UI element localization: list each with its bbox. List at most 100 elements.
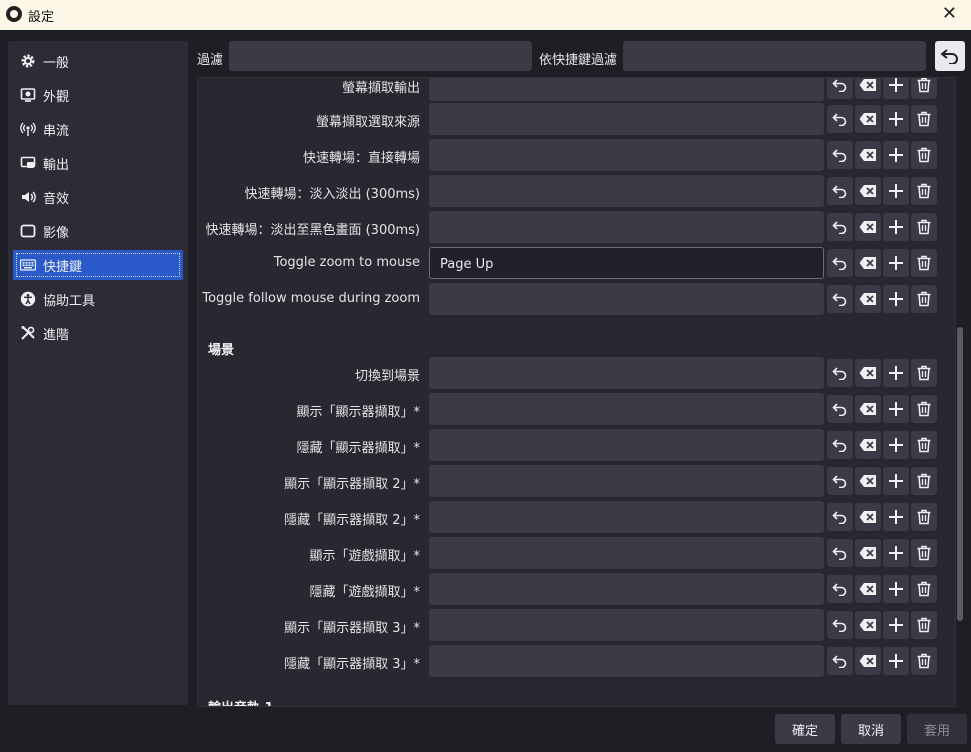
hotkey-field[interactable] — [429, 501, 824, 533]
remove-button[interactable] — [911, 141, 937, 169]
filter-input[interactable] — [229, 41, 532, 71]
reset-filter-button[interactable] — [935, 41, 965, 71]
add-button[interactable] — [883, 539, 909, 567]
sidebar-item-video[interactable]: 影像 — [13, 216, 183, 246]
remove-button[interactable] — [911, 359, 937, 387]
revert-button[interactable] — [827, 78, 853, 99]
add-button[interactable] — [883, 141, 909, 169]
add-button[interactable] — [883, 213, 909, 241]
sidebar-item-output[interactable]: 輸出 — [13, 148, 183, 178]
hotkey-field[interactable] — [429, 573, 824, 605]
add-button[interactable] — [883, 611, 909, 639]
remove-button[interactable] — [911, 467, 937, 495]
remove-button[interactable] — [911, 575, 937, 603]
clear-button[interactable] — [855, 285, 881, 313]
revert-button[interactable] — [827, 467, 853, 495]
hotkey-field[interactable] — [429, 283, 824, 315]
remove-button[interactable] — [911, 249, 937, 277]
revert-button[interactable] — [827, 431, 853, 459]
add-button[interactable] — [883, 395, 909, 423]
clear-button[interactable] — [855, 575, 881, 603]
backspace-icon — [859, 113, 876, 125]
apply-button[interactable]: 套用 — [907, 714, 967, 744]
add-button[interactable] — [883, 285, 909, 313]
add-button[interactable] — [883, 575, 909, 603]
hotkey-label: Toggle zoom to mouse — [273, 255, 420, 270]
key-filter-input[interactable] — [623, 41, 926, 71]
sidebar-item-accessibility[interactable]: 協助工具 — [13, 284, 183, 314]
add-button[interactable] — [883, 177, 909, 205]
clear-button[interactable] — [855, 213, 881, 241]
hotkey-field[interactable] — [429, 537, 824, 569]
clear-button[interactable] — [855, 431, 881, 459]
hotkey-field[interactable] — [429, 103, 824, 135]
remove-button[interactable] — [911, 611, 937, 639]
scrollbar-thumb[interactable] — [957, 327, 963, 621]
hotkey-field[interactable] — [429, 465, 824, 497]
remove-button[interactable] — [911, 503, 937, 531]
clear-button[interactable] — [855, 249, 881, 277]
clear-button[interactable] — [855, 611, 881, 639]
sidebar-item-audio[interactable]: 音效 — [13, 182, 183, 212]
hotkey-field[interactable] — [429, 211, 824, 243]
sidebar-item-general[interactable]: 一般 — [13, 46, 183, 76]
clear-button[interactable] — [855, 539, 881, 567]
add-button[interactable] — [883, 105, 909, 133]
remove-button[interactable] — [911, 285, 937, 313]
hotkey-field[interactable] — [429, 78, 824, 101]
clear-button[interactable] — [855, 647, 881, 675]
clear-button[interactable] — [855, 105, 881, 133]
hotkey-field[interactable]: Page Up — [429, 247, 824, 279]
add-button[interactable] — [883, 431, 909, 459]
clear-button[interactable] — [855, 467, 881, 495]
clear-button[interactable] — [855, 359, 881, 387]
clear-button[interactable] — [855, 141, 881, 169]
clear-button[interactable] — [855, 395, 881, 423]
hotkey-field[interactable] — [429, 357, 824, 389]
cancel-button[interactable]: 取消 — [841, 714, 901, 744]
remove-button[interactable] — [911, 647, 937, 675]
revert-button[interactable] — [827, 177, 853, 205]
revert-button[interactable] — [827, 539, 853, 567]
clear-button[interactable] — [855, 78, 881, 99]
add-button[interactable] — [883, 467, 909, 495]
hotkey-field[interactable] — [429, 175, 824, 207]
hotkey-field[interactable] — [429, 429, 824, 461]
hotkey-field[interactable] — [429, 609, 824, 641]
revert-button[interactable] — [827, 647, 853, 675]
revert-button[interactable] — [827, 575, 853, 603]
revert-button[interactable] — [827, 503, 853, 531]
clear-button[interactable] — [855, 503, 881, 531]
revert-button[interactable] — [827, 611, 853, 639]
remove-button[interactable] — [911, 395, 937, 423]
sidebar-item-advanced[interactable]: 進階 — [13, 318, 183, 348]
close-icon[interactable]: ✕ — [942, 3, 957, 24]
remove-button[interactable] — [911, 105, 937, 133]
revert-button[interactable] — [827, 249, 853, 277]
sidebar-item-appearance[interactable]: 外觀 — [13, 80, 183, 110]
revert-button[interactable] — [827, 213, 853, 241]
hotkeys-list[interactable]: 螢幕擷取輸出 螢幕擷取選取來源 快速轉場：直接轉場 快速轉場：淡入淡出 (300… — [197, 77, 956, 707]
add-button[interactable] — [883, 359, 909, 387]
remove-button[interactable] — [911, 539, 937, 567]
remove-button[interactable] — [911, 213, 937, 241]
remove-button[interactable] — [911, 177, 937, 205]
sidebar-item-stream[interactable]: 串流 — [13, 114, 183, 144]
hotkey-field[interactable] — [429, 393, 824, 425]
add-button[interactable] — [883, 647, 909, 675]
ok-button[interactable]: 確定 — [775, 714, 835, 744]
hotkey-field[interactable] — [429, 139, 824, 171]
add-button[interactable] — [883, 503, 909, 531]
remove-button[interactable] — [911, 431, 937, 459]
revert-button[interactable] — [827, 285, 853, 313]
sidebar-item-hotkeys[interactable]: 快捷鍵 — [13, 250, 183, 280]
add-button[interactable] — [883, 249, 909, 277]
revert-button[interactable] — [827, 141, 853, 169]
hotkey-field[interactable] — [429, 645, 824, 677]
add-button[interactable] — [883, 78, 909, 99]
revert-button[interactable] — [827, 395, 853, 423]
clear-button[interactable] — [855, 177, 881, 205]
revert-button[interactable] — [827, 105, 853, 133]
remove-button[interactable] — [911, 78, 937, 99]
revert-button[interactable] — [827, 359, 853, 387]
